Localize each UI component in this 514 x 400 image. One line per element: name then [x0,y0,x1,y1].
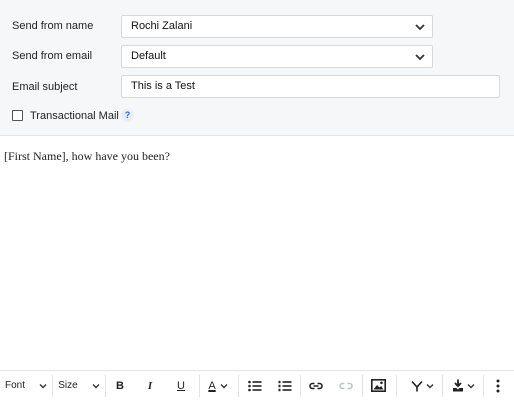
transactional-label: Transactional Mail [30,110,119,122]
unlink-icon [339,382,353,389]
insert-dropdown[interactable] [449,371,477,400]
italic-button[interactable]: I [138,371,162,400]
merge-field-icon [410,380,423,391]
text-color-icon: A [208,379,216,392]
bold-button[interactable]: B [108,371,132,400]
from-email-label: Send from email [12,50,93,62]
subject-value: This is a Test [131,80,195,92]
email-body-text[interactable]: [First Name], how have you been? [4,149,170,164]
email-body-editor[interactable]: [First Name], how have you been? [0,137,514,370]
text-color-button[interactable]: A [203,371,233,400]
from-name-label: Send from name [12,20,94,32]
from-email-select[interactable]: Default [121,45,433,68]
chevron-down-icon [415,24,425,31]
underline-button[interactable]: U [169,371,193,400]
underline-icon: U [177,379,185,392]
subject-input[interactable]: This is a Test [121,75,500,98]
subject-label: Email subject [12,81,78,93]
from-email-value: Default [131,50,166,62]
more-options-icon [496,379,500,392]
link-icon [309,382,323,389]
bulleted-list-icon [248,380,262,391]
image-icon [370,379,386,392]
merge-field-dropdown[interactable] [408,371,436,400]
chevron-down-icon [92,383,100,388]
remove-link-button[interactable] [334,371,358,400]
size-dropdown[interactable]: Size [53,371,105,400]
numbered-list-icon [278,380,292,391]
bold-icon: B [116,379,124,392]
transactional-checkbox[interactable] [12,110,23,121]
more-options-button[interactable] [486,371,510,400]
help-icon[interactable]: ? [121,109,134,122]
numbered-list-button[interactable] [273,371,297,400]
italic-icon: I [147,379,153,392]
font-dropdown[interactable]: Font [0,371,52,400]
from-name-value: Rochi Zalani [131,20,193,32]
chevron-down-icon [220,383,228,388]
chevron-down-icon [467,383,474,388]
chevron-down-icon [39,383,47,388]
insert-link-button[interactable] [304,371,328,400]
size-dropdown-label: Size [58,380,78,391]
editor-toolbar: Font Size B I U A [0,370,514,400]
chevron-down-icon [415,54,425,61]
from-name-select[interactable]: Rochi Zalani [121,15,433,38]
insert-icon [452,379,463,392]
font-dropdown-label: Font [4,380,25,391]
chevron-down-icon [426,383,433,388]
bulleted-list-button[interactable] [243,371,267,400]
insert-image-button[interactable] [366,371,390,400]
email-settings-panel: Send from name Rochi Zalani Send from em… [0,0,514,136]
